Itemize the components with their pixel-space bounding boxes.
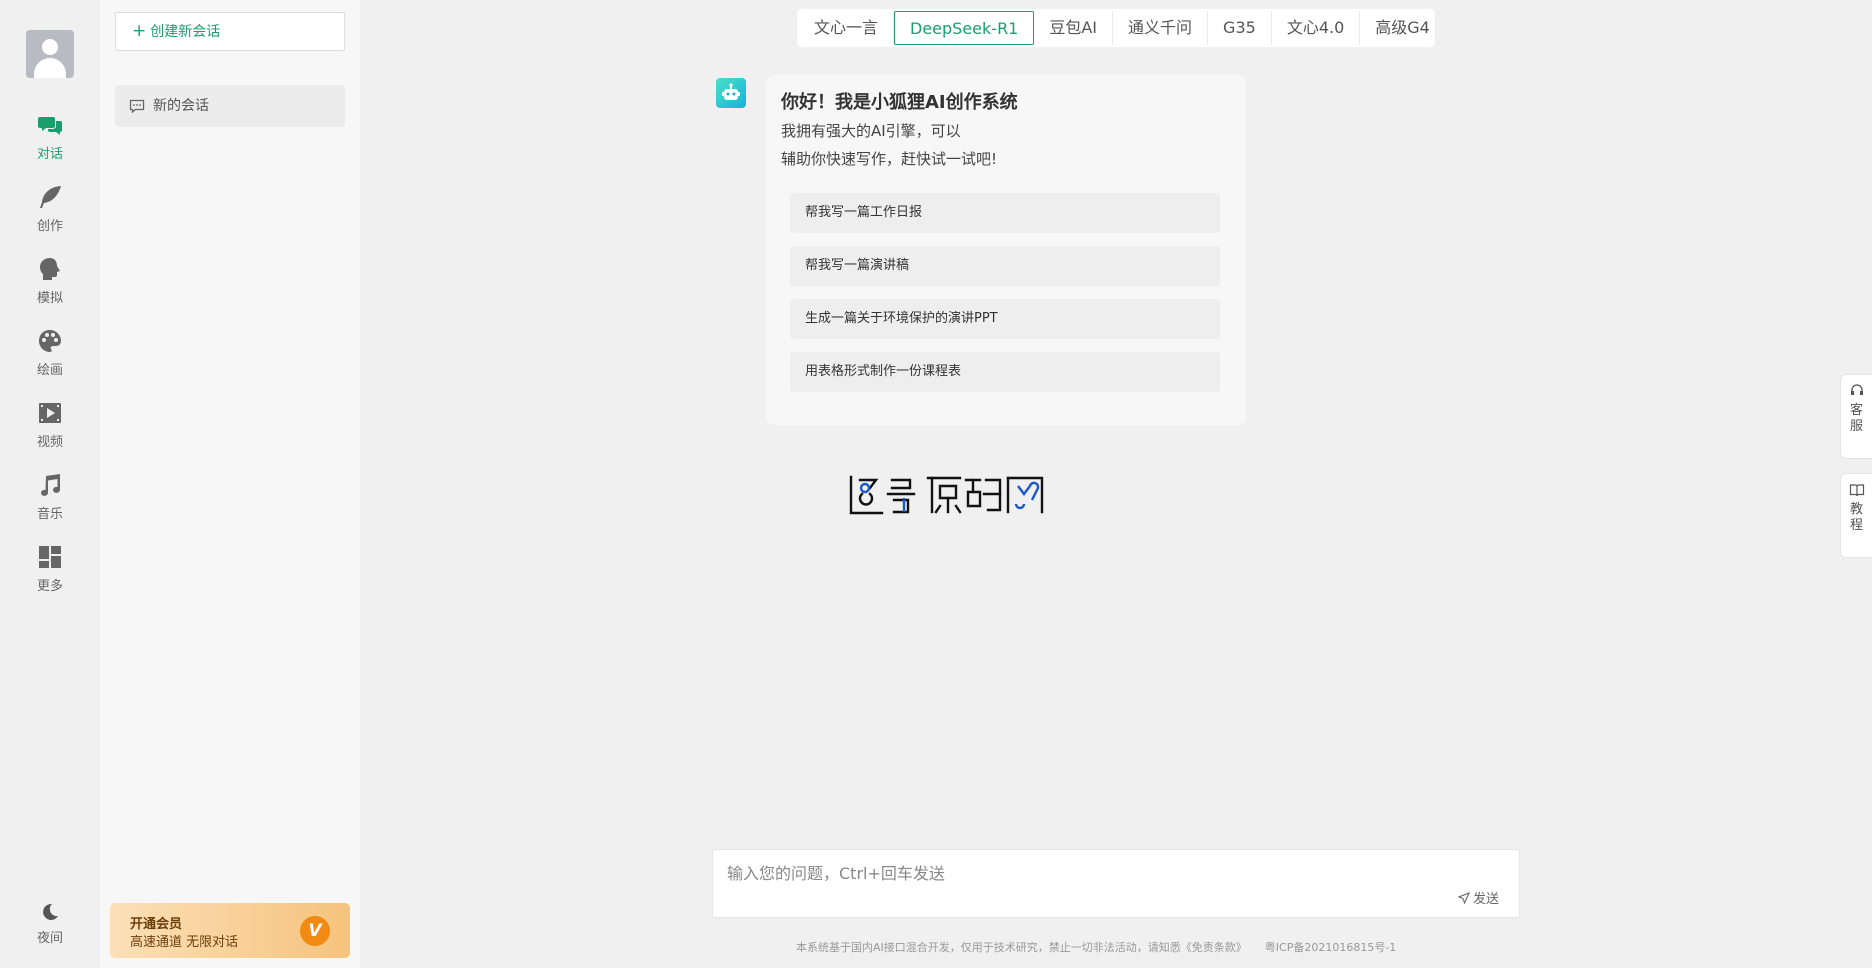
new-chat-button[interactable]: + 创建新会话 bbox=[115, 12, 345, 51]
bot-avatar bbox=[716, 78, 746, 108]
watermark-logo bbox=[849, 475, 1044, 515]
night-label: 夜间 bbox=[36, 931, 63, 946]
send-button[interactable]: 发送 bbox=[1457, 888, 1499, 907]
rail-label: 绘画 bbox=[36, 363, 63, 378]
night-mode-toggle[interactable]: 夜间 bbox=[20, 902, 80, 962]
rail-item-more[interactable]: 更多 bbox=[20, 544, 80, 604]
moon-icon bbox=[43, 903, 58, 920]
rail-label: 对话 bbox=[36, 147, 63, 162]
model-tabs: 文心一言 DeepSeek-R1 豆包AI 通义千问 G35 文心4.0 高级G… bbox=[797, 9, 1435, 47]
footer-disclaimer[interactable]: 本系统基于国内AI接口混合开发，仅用于技术研究，禁止一切非法活动，请知悉《免责条… bbox=[796, 941, 1247, 954]
tab-g35[interactable]: G35 bbox=[1208, 11, 1272, 45]
membership-banner[interactable]: 开通会员 高速通道 无限对话 V bbox=[110, 903, 350, 958]
rail-label: 视频 bbox=[36, 435, 63, 450]
welcome-line: 辅助你快速写作，赶快试一试吧! bbox=[781, 150, 998, 168]
user-avatar[interactable] bbox=[26, 30, 74, 78]
welcome-line: 我拥有强大的AI引擎，可以 bbox=[781, 122, 961, 140]
head-icon bbox=[40, 258, 60, 280]
new-chat-label: 创建新会话 bbox=[150, 24, 221, 40]
welcome-title: 你好！我是小狐狸AI创作系统 bbox=[781, 92, 1018, 113]
palette-icon bbox=[39, 330, 61, 352]
book-icon bbox=[1849, 484, 1864, 497]
rail-item-simulate[interactable]: 模拟 bbox=[20, 256, 80, 316]
rail-label: 创作 bbox=[36, 219, 63, 234]
send-label: 发送 bbox=[1472, 892, 1499, 907]
conversation-item[interactable]: 新的会话 bbox=[115, 85, 345, 127]
tab-wenxin[interactable]: 文心一言 bbox=[799, 11, 895, 45]
rail-label: 更多 bbox=[36, 579, 63, 594]
chat-icon bbox=[38, 117, 62, 135]
rail-item-chat[interactable]: 对话 bbox=[20, 112, 80, 172]
send-icon bbox=[1457, 891, 1471, 905]
prompt-suggestion[interactable]: 用表格形式制作一份课程表 bbox=[790, 352, 1220, 392]
tab-tongyi[interactable]: 通义千问 bbox=[1113, 11, 1209, 45]
icon-rail: 对话 创作 模拟 绘画 视频 音乐 更多 夜间 bbox=[0, 0, 100, 968]
tutorial-label: 教程 bbox=[1849, 502, 1863, 533]
member-title: 开通会员 bbox=[130, 917, 183, 932]
icp-link[interactable]: 粤ICP备2021016815号-1 bbox=[1265, 941, 1397, 954]
message-icon bbox=[129, 99, 145, 114]
footer: 本系统基于国内AI接口混合开发，仅用于技术研究，禁止一切非法活动，请知悉《免责条… bbox=[796, 939, 1396, 955]
tab-deepseek-r1[interactable]: DeepSeek-R1 bbox=[894, 11, 1035, 45]
rail-item-music[interactable]: 音乐 bbox=[20, 472, 80, 532]
robot-icon bbox=[722, 83, 740, 100]
rail-item-create[interactable]: 创作 bbox=[20, 184, 80, 244]
prompt-suggestion[interactable]: 生成一篇关于环境保护的演讲PPT bbox=[790, 299, 1220, 339]
rail-item-draw[interactable]: 绘画 bbox=[20, 328, 80, 388]
message-input-box: 发送 bbox=[712, 849, 1520, 918]
message-input[interactable] bbox=[727, 860, 1427, 886]
rail-label: 模拟 bbox=[36, 291, 63, 306]
rail-item-video[interactable]: 视频 bbox=[20, 400, 80, 460]
prompt-suggestion[interactable]: 帮我写一篇工作日报 bbox=[790, 193, 1220, 233]
welcome-card: 你好！我是小狐狸AI创作系统 我拥有强大的AI引擎，可以 辅助你快速写作，赶快试… bbox=[766, 75, 1246, 425]
headset-icon bbox=[1850, 384, 1863, 395]
customer-service-button[interactable]: 客服 bbox=[1840, 374, 1872, 459]
rail-label: 音乐 bbox=[36, 507, 63, 522]
grid-icon bbox=[39, 546, 61, 568]
prompt-suggestion[interactable]: 帮我写一篇演讲稿 bbox=[790, 246, 1220, 286]
tab-doubao[interactable]: 豆包AI bbox=[1034, 11, 1114, 45]
conversation-title: 新的会话 bbox=[153, 98, 209, 114]
customer-service-label: 客服 bbox=[1849, 403, 1863, 434]
vip-badge-icon: V bbox=[300, 916, 330, 946]
tutorial-button[interactable]: 教程 bbox=[1840, 473, 1872, 558]
conversation-sidebar: + 创建新会话 新的会话 bbox=[100, 0, 360, 968]
feather-icon bbox=[40, 186, 61, 208]
music-icon bbox=[41, 474, 60, 496]
tab-wenxin-4[interactable]: 文心4.0 bbox=[1272, 11, 1361, 45]
video-icon bbox=[39, 403, 61, 423]
tab-advanced-g4[interactable]: 高级G4 bbox=[1360, 11, 1445, 45]
member-subtitle: 高速通道 无限对话 bbox=[130, 935, 239, 950]
plus-icon: + bbox=[132, 21, 147, 41]
